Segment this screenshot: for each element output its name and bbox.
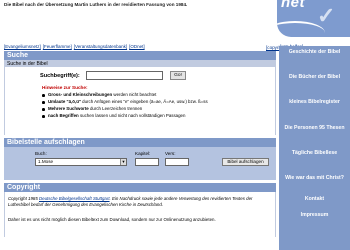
logo-text: net <box>281 0 305 11</box>
copyright-panel: Copyright 1985 Deutsche Bibelgesellschaf… <box>4 192 276 237</box>
site-logo[interactable]: net ✓ <box>277 0 350 37</box>
search-panel: Suchbegriff(e): Go! Hinweise zur Suche: … <box>4 67 276 135</box>
logo-mark-icon: ✓ <box>317 3 336 28</box>
bible-society-link[interactable]: Deutsche Bibelgesellschaft Stuttgart <box>39 196 110 201</box>
topnav-odnet[interactable]: [ODnet] <box>129 44 145 51</box>
search-label: Suchbegriff(e): <box>40 73 80 79</box>
search-hints-list: Gross- und Kleinschreibungen werden nich… <box>42 92 208 120</box>
sidebar: Geschichte der Bibel Die Bücher der Bibe… <box>279 46 350 250</box>
topnav-evangeliumsnetz[interactable]: [Evangeliumsnetz] <box>4 44 41 51</box>
search-hints-title: Hinweise zur Suche: <box>42 85 88 90</box>
search-hint: Umlaute "ä,ö,ü" durch Anfügen eines "e" … <box>42 99 208 106</box>
download-notice: Daher ist es uns nicht möglich diesen Bi… <box>8 217 216 223</box>
sidebar-item-thesen[interactable]: Die Personen 95 Thesen <box>279 125 350 131</box>
book-label: Buch: <box>35 151 47 156</box>
search-input[interactable] <box>86 71 163 80</box>
sidebar-item-christ[interactable]: Wie war das mit Christ? <box>279 175 350 181</box>
sidebar-item-geschichte[interactable]: Geschichte der Bibel <box>279 49 350 55</box>
sidebar-item-buecher[interactable]: Die Bücher der Bibel <box>279 74 350 80</box>
chevron-down-icon: ▼ <box>120 159 126 165</box>
copyright-section-title: Copyright <box>4 183 276 192</box>
verse-label: Vers: <box>165 151 176 156</box>
bible-section-title: Bibelstelle aufschlagen <box>4 138 276 147</box>
bible-lookup-panel: Buch: Kapitel: Vers: 1.Mose ▼ Bibel aufs… <box>4 147 276 180</box>
topnav-feuerflamme[interactable]: [Feuerflamme] <box>43 44 72 51</box>
open-bible-button[interactable]: Bibel aufschlagen <box>222 158 269 166</box>
topnav-veranstaltungsdatenbank[interactable]: [Veranstaltungsdatenbank] <box>74 44 127 51</box>
chapter-label: Kapitel: <box>135 151 151 156</box>
search-hint: Mehrere Suchworte durch Leerzeichen tren… <box>42 106 208 113</box>
site-tagline: Die Bibel nach der Übersetzung Martin Lu… <box>4 2 188 7</box>
top-navigation: [Evangeliumsnetz] [Feuerflamme] [Veranst… <box>4 44 242 51</box>
book-select-value: 1.Mose <box>38 159 54 164</box>
copyright-text: Copyright 1985 Deutsche Bibelgesellschaf… <box>8 196 253 207</box>
main-content: Suche Suche in der Bibel Suchbegriff(e):… <box>4 51 276 237</box>
sidebar-item-bibelregister[interactable]: kleines Bibelregister <box>279 99 350 105</box>
verse-input[interactable] <box>165 158 189 166</box>
search-section-subtitle: Suche in der Bibel <box>4 60 276 67</box>
sidebar-item-kontakt[interactable]: Kontakt <box>279 196 350 202</box>
sidebar-item-bibellese[interactable]: Tägliche Bibellese <box>279 150 350 156</box>
sidebar-item-impressum[interactable]: Impressum <box>279 212 350 218</box>
search-go-button[interactable]: Go! <box>170 71 186 80</box>
chapter-input[interactable] <box>135 158 159 166</box>
search-section-title: Suche <box>4 51 276 60</box>
search-hint: Gross- und Kleinschreibungen werden nich… <box>42 92 208 99</box>
search-hint: nach Begriffen suchen lassen und nicht n… <box>42 113 208 120</box>
book-select[interactable]: 1.Mose ▼ <box>35 158 127 166</box>
